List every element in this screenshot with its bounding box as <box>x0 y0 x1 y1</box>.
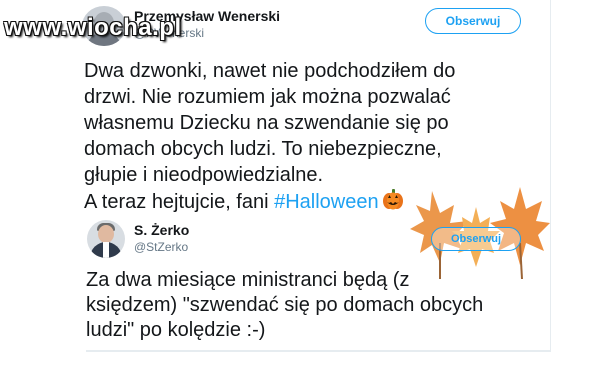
divider <box>550 0 551 352</box>
pumpkin-icon <box>382 188 404 217</box>
tweet-card: Przemysław Wenerski @PWenerski Obserwuj … <box>0 0 610 378</box>
reply-author-avatar[interactable] <box>87 220 125 258</box>
follow-button[interactable]: Obserwuj <box>425 8 521 34</box>
avatar-face <box>98 225 114 243</box>
reply-line: księdzem) "szwendać się po domach obcych <box>86 294 484 316</box>
reply-follow-button[interactable]: Obserwuj <box>431 227 521 251</box>
watermark-text: www.wiocha.pl <box>4 14 182 41</box>
avatar-shirt <box>103 242 109 258</box>
tweet-line: Dwa dzwonki, nawet nie podchodziłem do <box>84 60 456 82</box>
tweet-line: domach obcych ludzi. To niebezpieczne, <box>84 138 442 160</box>
reply-author-handle[interactable]: @StZerko <box>134 240 188 254</box>
tweet-line: drzwi. Nie rozumiem jak można pozwalać <box>84 86 451 108</box>
tweet-line-prefix: A teraz hejtujcie, fani <box>84 191 275 213</box>
tweet-line: własnemu Dziecku na szwendanie się po <box>84 112 449 134</box>
divider <box>86 350 550 352</box>
reply-line: ludzi" po kolędzie :-) <box>86 319 266 341</box>
hashtag-link[interactable]: #Halloween <box>274 191 379 213</box>
reply-text: Za dwa miesiące ministranci będą (z księ… <box>86 268 546 343</box>
reply-author-name[interactable]: S. Żerko <box>134 222 189 238</box>
reply-line: Za dwa miesiące ministranci będą (z <box>86 269 410 291</box>
site-watermark: www.wiocha.pl <box>4 14 182 42</box>
